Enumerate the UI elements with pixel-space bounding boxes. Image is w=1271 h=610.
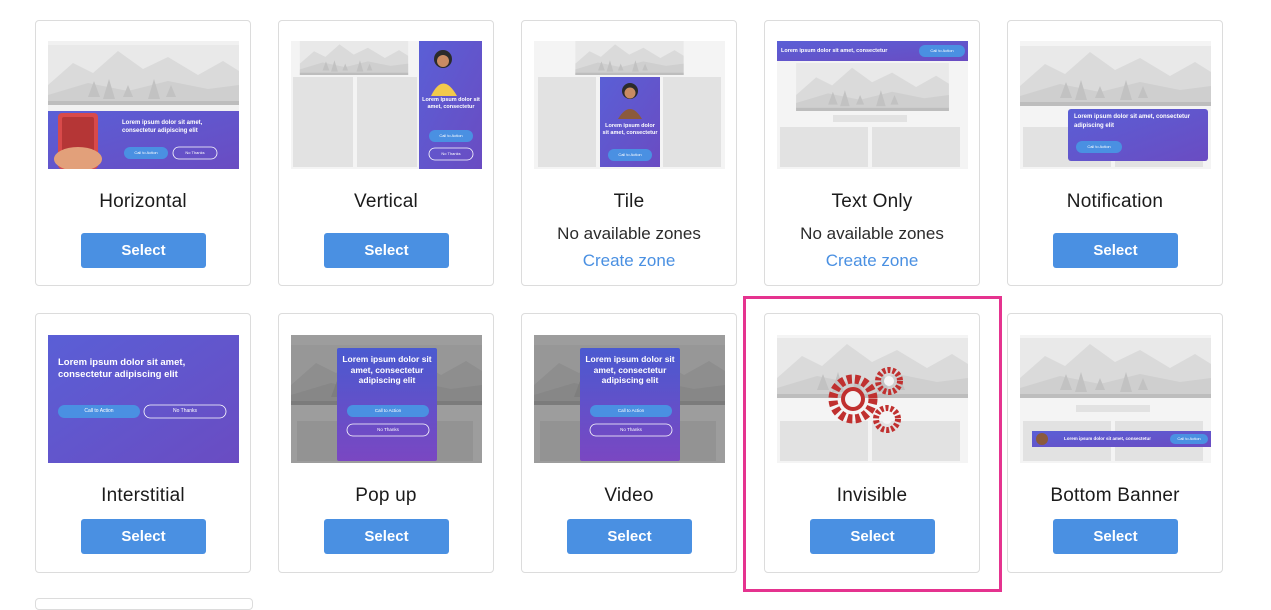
tile-preview-text: Lorem ipsum dolor sit amet, consectetur [602, 123, 658, 136]
card-bottom-banner: Lorem ipsum dolor sit amet, consectetur … [1007, 313, 1223, 573]
text-only-preview-image: Lorem ipsum dolor sit amet, consectetur … [777, 41, 968, 169]
card-text-only: Lorem ipsum dolor sit amet, consectetur … [764, 20, 980, 286]
card-title: Pop up [355, 485, 417, 506]
horizontal-preview-text: Lorem ipsum dolor sit amet, consectetur … [122, 120, 203, 134]
pop-up-preview-cta: Call to Action [374, 408, 402, 413]
card-title: Notification [1066, 191, 1164, 212]
card-title: Horizontal [99, 191, 187, 212]
card-title: Interstitial [101, 485, 185, 506]
no-zones-text: No available zones [800, 224, 944, 243]
video-preview-image: Lorem ipsum dolor sit amet, consectetur … [534, 335, 725, 463]
pop-up-preview-no: No Thanks [377, 427, 399, 432]
card-title: Bottom Banner [1050, 485, 1180, 506]
select-bottom-banner-button[interactable]: Select [1053, 519, 1178, 554]
bottom-banner-preview-text: Lorem ipsum dolor sit amet, consectetur … [1064, 436, 1152, 441]
select-interstitial-button[interactable]: Select [81, 519, 206, 554]
vertical-preview-image: Lorem ipsum dolor sit amet, consectetur … [291, 41, 482, 169]
video-preview-text: Lorem ipsum dolor sit amet, consectetur … [585, 354, 675, 385]
card-title: Text Only [831, 191, 913, 212]
horizontal-preview-no: No Thanks [185, 150, 205, 155]
next-row-card-partial [35, 598, 253, 610]
video-preview-cta: Call to Action [617, 408, 645, 413]
card-title: Video [604, 485, 654, 506]
select-pop-up-button[interactable]: Select [324, 519, 449, 554]
card-pop-up: Lorem ipsum dolor sit amet, consectetur … [278, 313, 494, 573]
tile-preview-image: Lorem ipsum dolor sit amet, consectetur … [534, 41, 725, 169]
card-vertical: Lorem ipsum dolor sit amet, consectetur … [278, 20, 494, 286]
horizontal-preview-cta: Call to Action [134, 150, 158, 155]
select-notification-button[interactable]: Select [1053, 233, 1178, 268]
select-horizontal-button[interactable]: Select [81, 233, 206, 268]
interstitial-preview-text: Lorem ipsum dolor sit amet, consectetur … [58, 357, 186, 380]
horizontal-preview-image: Lorem ipsum dolor sit amet, consectetur … [48, 41, 239, 169]
bottom-banner-preview-image: Lorem ipsum dolor sit amet, consectetur … [1020, 335, 1211, 463]
interstitial-preview-no: No Thanks [172, 408, 198, 414]
tile-preview-cta: Call to Action [618, 152, 642, 157]
notification-preview-image: Lorem ipsum dolor sit amet, consectetur … [1020, 41, 1211, 169]
card-title: Tile [613, 191, 645, 212]
no-zones-text: No available zones [557, 224, 701, 243]
ad-format-grid: Lorem ipsum dolor sit amet, consectetur … [0, 0, 1271, 610]
text-only-preview-cta: Call to Action [930, 48, 954, 53]
card-title: Vertical [354, 191, 418, 212]
video-preview-no: No Thanks [620, 427, 642, 432]
interstitial-preview-cta: Call to Action [84, 408, 114, 414]
card-invisible: Invisible Select [764, 313, 980, 573]
select-video-button[interactable]: Select [567, 519, 692, 554]
vertical-preview-cta: Call to Action [439, 133, 463, 138]
notification-preview-text: Lorem ipsum dolor sit amet, consectetur … [1074, 114, 1191, 129]
create-zone-link[interactable]: Create zone [765, 251, 979, 271]
create-zone-link[interactable]: Create zone [522, 251, 736, 271]
notification-preview-cta: Call to Action [1087, 144, 1111, 149]
card-interstitial: Lorem ipsum dolor sit amet, consectetur … [35, 313, 251, 573]
bottom-banner-preview-cta: Call to Action [1177, 436, 1201, 441]
pop-up-preview-text: Lorem ipsum dolor sit amet, consectetur … [342, 354, 432, 385]
card-title: Invisible [836, 485, 908, 506]
card-notification: Lorem ipsum dolor sit amet, consectetur … [1007, 20, 1223, 286]
card-video: Lorem ipsum dolor sit amet, consectetur … [521, 313, 737, 573]
select-invisible-button[interactable]: Select [810, 519, 935, 554]
interstitial-preview-image: Lorem ipsum dolor sit amet, consectetur … [48, 335, 239, 463]
text-only-preview-text: Lorem ipsum dolor sit amet, consectetur [781, 48, 888, 54]
card-horizontal: Lorem ipsum dolor sit amet, consectetur … [35, 20, 251, 286]
vertical-preview-text: Lorem ipsum dolor sit amet, consectetur [422, 97, 480, 110]
vertical-preview-no: No Thanks [441, 151, 461, 156]
card-tile: Lorem ipsum dolor sit amet, consectetur … [521, 20, 737, 286]
invisible-preview-image [777, 335, 968, 463]
select-vertical-button[interactable]: Select [324, 233, 449, 268]
pop-up-preview-image: Lorem ipsum dolor sit amet, consectetur … [291, 335, 482, 463]
